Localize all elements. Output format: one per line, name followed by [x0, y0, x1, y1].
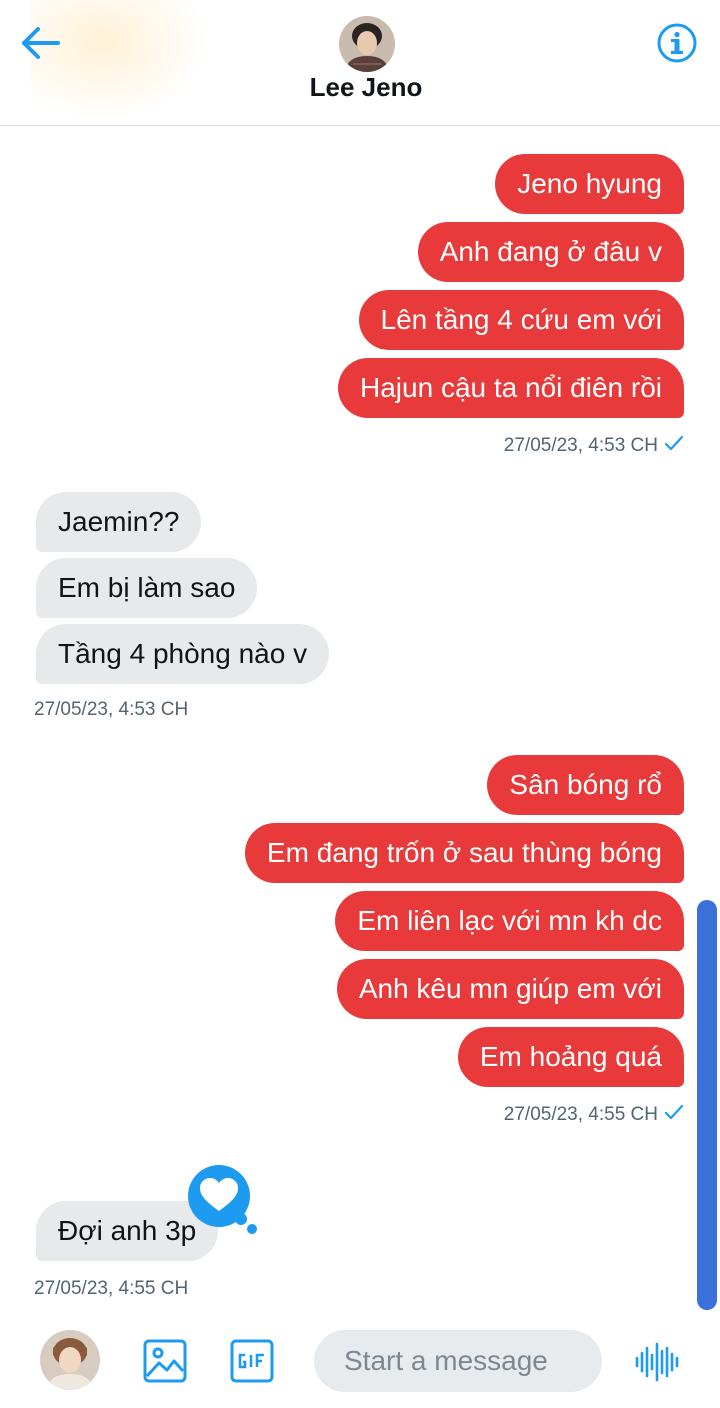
received-message[interactable]: Em bị làm sao: [36, 558, 258, 618]
timestamp-text: 27/05/23, 4:55 CH: [503, 1104, 658, 1125]
voice-icon: [635, 1342, 679, 1382]
received-message[interactable]: Jaemin??: [36, 492, 202, 552]
received-message[interactable]: Tầng 4 phòng nào v: [36, 624, 330, 684]
conversation-header: Lee Jeno: [0, 0, 720, 126]
info-icon: [657, 23, 697, 63]
read-check-icon: [664, 435, 684, 451]
voice-message-button[interactable]: [634, 1340, 682, 1384]
message-composer: [0, 1318, 720, 1408]
scrollbar[interactable]: [697, 900, 717, 1310]
gif-icon: [230, 1339, 274, 1383]
sent-message[interactable]: Sân bóng rổ: [487, 755, 684, 815]
message-reaction[interactable]: [187, 1164, 263, 1240]
conversation-info-button[interactable]: [656, 22, 698, 64]
read-check-icon: [664, 1104, 684, 1120]
user-avatar[interactable]: [40, 1330, 100, 1390]
sent-message[interactable]: Lên tầng 4 cứu em với: [358, 290, 684, 350]
sent-message[interactable]: Anh đang ở đâu v: [417, 222, 684, 282]
scrollbar-thumb[interactable]: [697, 900, 717, 1310]
heart-reaction-icon: [188, 1165, 257, 1234]
image-icon: [143, 1339, 187, 1383]
contact-avatar[interactable]: [339, 16, 395, 72]
back-arrow-icon: [22, 27, 60, 59]
sent-message[interactable]: Em đang trốn ở sau thùng bóng: [244, 823, 684, 883]
sent-message[interactable]: Anh kêu mn giúp em với: [336, 959, 684, 1019]
sent-message[interactable]: Jeno hyung: [495, 154, 684, 214]
sent-message[interactable]: Hajun cậu ta nổi điên rồi: [338, 358, 684, 418]
back-button[interactable]: [18, 20, 64, 66]
add-gif-button[interactable]: [229, 1338, 275, 1384]
timestamp-text: 27/05/23, 4:53 CH: [503, 435, 658, 456]
message-input[interactable]: [314, 1330, 602, 1392]
message-timestamp: 27/05/23, 4:53 CH: [504, 435, 684, 457]
sent-message[interactable]: Em hoảng quá: [457, 1027, 684, 1087]
add-image-button[interactable]: [142, 1338, 188, 1384]
user-avatar-image: [40, 1330, 100, 1390]
message-timestamp: 27/05/23, 4:55 CH: [34, 1278, 189, 1299]
message-timestamp: 27/05/23, 4:55 CH: [504, 1104, 684, 1126]
contact-name[interactable]: Lee Jeno: [0, 72, 720, 103]
contact-avatar-image: [339, 16, 395, 72]
sent-message[interactable]: Em liên lạc với mn kh dc: [335, 891, 684, 951]
message-timestamp: 27/05/23, 4:53 CH: [34, 699, 189, 720]
dm-conversation-screen: Lee Jeno Jeno hyung Anh đang ở đâu v Lên…: [0, 0, 720, 1408]
